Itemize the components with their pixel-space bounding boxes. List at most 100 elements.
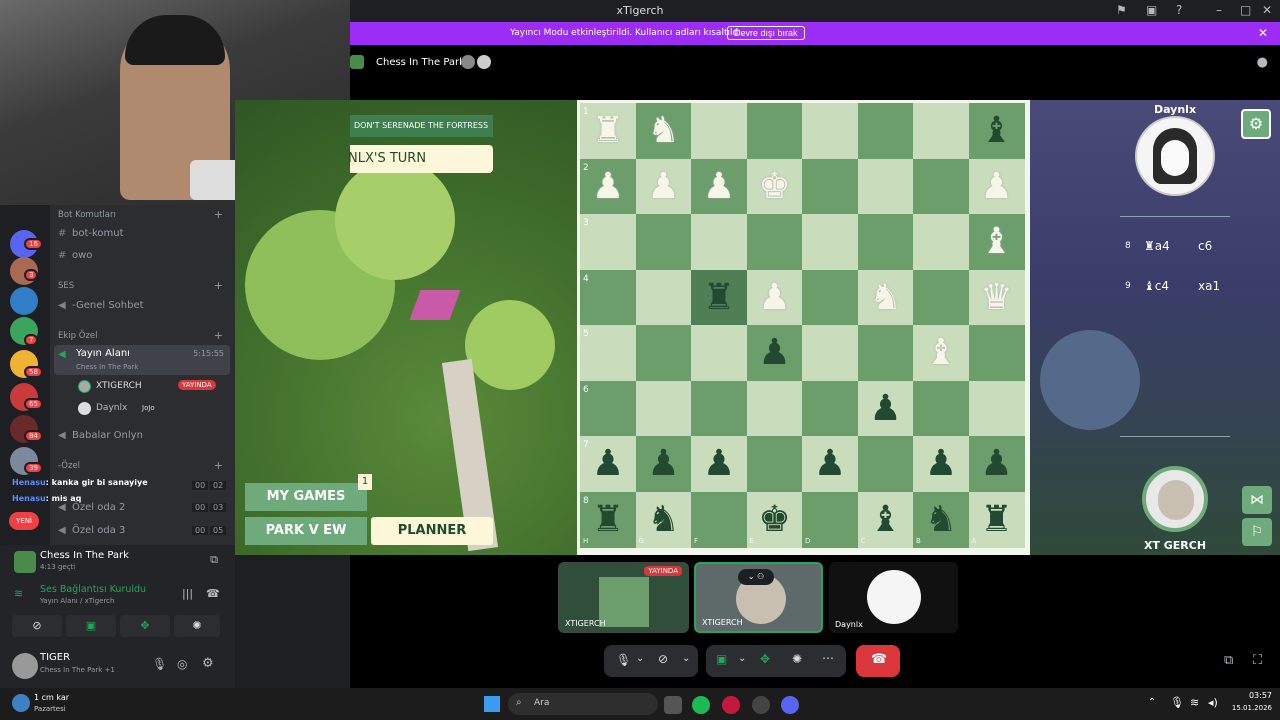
add-channel-icon[interactable]: + <box>214 208 223 221</box>
microphone-icon[interactable]: 🎙 <box>616 653 631 667</box>
new-badge[interactable]: YENİ <box>9 512 39 530</box>
volume-icon[interactable]: ◂) <box>1208 696 1218 709</box>
park-view-button[interactable]: PARK V EW <box>245 517 367 545</box>
black-piece[interactable]: ♟ <box>747 325 803 381</box>
channel-yayin-alani-active[interactable]: ◀ Yayın Alanı 5:15:55 Chess In The Park <box>54 345 230 375</box>
board-square[interactable] <box>913 103 969 159</box>
board-square[interactable] <box>968 380 1025 437</box>
task-view-icon[interactable] <box>664 696 682 714</box>
board-square[interactable] <box>802 103 858 159</box>
my-games-button[interactable]: MY GAMES <box>245 483 367 511</box>
board-square[interactable] <box>968 325 1025 381</box>
board-square[interactable] <box>691 491 747 548</box>
black-piece[interactable]: ♝ <box>969 103 1025 159</box>
clock-date[interactable]: 15.01.2026 <box>1222 704 1272 712</box>
stream-tile-xtigerch[interactable]: YAYINDA XTIGERCH <box>558 562 689 633</box>
board-square[interactable] <box>802 158 858 215</box>
maximize-button[interactable]: □ <box>1240 3 1251 17</box>
board-square[interactable] <box>802 380 858 437</box>
board-square[interactable] <box>913 158 969 215</box>
white-piece[interactable]: ♞ <box>636 103 692 159</box>
black-piece[interactable]: ♝ <box>858 492 914 548</box>
board-square[interactable] <box>913 269 969 326</box>
settings-gear-icon[interactable]: ⚙ <box>1241 109 1271 139</box>
windows-start-icon[interactable] <box>484 696 500 712</box>
board-square[interactable] <box>746 436 803 492</box>
channel-ozel-oda-2[interactable]: ◀ Özel oda 2 <box>58 502 125 513</box>
headphones-icon[interactable]: ◎ <box>177 657 187 671</box>
fullscreen-icon[interactable]: ⛶ <box>1253 653 1262 668</box>
chevron-down-icon[interactable]: ⌄ <box>682 653 690 664</box>
channel-bot-komut[interactable]: # bot-komut <box>58 228 124 239</box>
board-square[interactable] <box>802 491 858 548</box>
microphone-icon[interactable]: 🎙 <box>1170 696 1184 709</box>
black-piece[interactable]: ♜ <box>691 270 747 326</box>
category-ses[interactable]: SES <box>58 281 74 291</box>
white-piece[interactable]: ♟ <box>969 159 1025 215</box>
user-tile-xtigerch[interactable]: ⌄ ⚇ XTIGERCH <box>694 562 823 633</box>
add-channel-icon[interactable]: + <box>214 329 223 342</box>
avatar[interactable] <box>12 653 38 679</box>
weather-icon[interactable] <box>12 694 30 712</box>
board-square[interactable] <box>691 214 747 270</box>
app-icon[interactable] <box>752 696 770 714</box>
board-square[interactable] <box>857 158 914 215</box>
board-square[interactable] <box>691 103 747 159</box>
disable-streamer-mode-button[interactable]: Devre dışı bırak <box>727 26 805 40</box>
tile-controls-icon[interactable]: ⌄ ⚇ <box>738 569 774 585</box>
channel-genel-sohbet[interactable]: ◀ -Genel Sohbet <box>58 300 144 311</box>
white-piece[interactable]: ♟ <box>747 270 803 326</box>
white-piece[interactable]: ♟ <box>636 159 692 215</box>
black-piece[interactable]: ♚ <box>747 492 803 548</box>
chat-icon[interactable]: ● <box>1257 55 1268 70</box>
board-square[interactable] <box>691 380 747 437</box>
board-square[interactable] <box>746 380 803 437</box>
black-piece[interactable]: ♟ <box>969 436 1025 492</box>
board-square[interactable] <box>913 214 969 270</box>
board-square[interactable] <box>746 103 803 159</box>
monitor-icon[interactable]: ▣ <box>1146 3 1157 17</box>
channel-owo[interactable]: # owo <box>58 250 92 261</box>
white-piece[interactable]: ♝ <box>969 214 1025 270</box>
chevron-down-icon[interactable]: ⌄ <box>738 653 746 664</box>
board-square[interactable] <box>857 103 914 159</box>
board-square[interactable] <box>802 325 858 381</box>
server-icon[interactable] <box>10 287 38 315</box>
close-button[interactable]: ✕ <box>1262 3 1272 17</box>
mic-controls[interactable]: 🎙 ⌄ ⊘ ⌄ <box>604 645 698 677</box>
channel-babalar-onlyn[interactable]: ◀ Babalar Onlyn <box>58 430 143 441</box>
black-piece[interactable]: ♟ <box>858 381 914 437</box>
minimize-button[interactable]: – <box>1216 3 1222 17</box>
board-square[interactable] <box>802 269 858 326</box>
black-piece[interactable]: ♟ <box>913 436 969 492</box>
activity-panel[interactable]: Chess In The Park 4:13 geçti ⧉ <box>4 547 228 577</box>
black-piece[interactable]: ♞ <box>913 492 969 548</box>
add-channel-icon[interactable]: + <box>214 279 223 292</box>
planner-button[interactable]: PLANNER <box>371 517 493 545</box>
microphone-icon[interactable]: 🎙 <box>152 657 167 671</box>
category-ekip-ozel[interactable]: Ekip Özel <box>58 331 98 341</box>
voice-user-xtigerch[interactable]: XTIGERCH YAYINDA <box>78 380 228 394</box>
more-icon[interactable]: ⋯ <box>822 651 834 665</box>
board-square[interactable] <box>913 380 969 437</box>
white-piece[interactable]: ♟ <box>691 159 747 215</box>
chess-board[interactable]: ♜ ♞ ♝ 1 ♟ ♟ ♟ ♚ ♟ 2 ♝ 3 ♜ ♟ ♞ ♛ 4 ♟ ♝ 5 ♟ 6 ♟ ♟ ♟ ♟ ♟ ♟ 7 ♜ ♞ ♚ ♝ ♞ ♜ 8 H G F E… <box>577 100 1031 555</box>
board-square[interactable] <box>691 325 747 381</box>
screen-share-icon[interactable]: ▣ <box>716 652 727 666</box>
camera-off-icon[interactable]: ⊘ <box>658 652 668 666</box>
add-channel-icon[interactable]: + <box>214 459 223 472</box>
black-piece[interactable]: ♟ <box>636 436 692 492</box>
white-piece[interactable]: ♞ <box>858 270 914 326</box>
board-square[interactable] <box>857 214 914 270</box>
white-piece[interactable]: ♛ <box>969 270 1025 326</box>
chevron-up-icon[interactable]: ⌃ <box>1148 697 1156 708</box>
disconnect-icon[interactable]: ☎ <box>206 587 220 600</box>
black-piece[interactable]: ♟ <box>691 436 747 492</box>
noise-suppression-icon[interactable]: ||| <box>182 587 193 600</box>
user-tile-daynlx[interactable]: Daynlx <box>829 562 958 633</box>
share-controls[interactable]: ▣ ⌄ ✥ ✺ ⋯ <box>706 645 846 677</box>
opera-icon[interactable] <box>722 696 740 714</box>
leave-call-button[interactable]: ☎ <box>856 645 900 677</box>
signal-icon[interactable]: ≋ <box>14 587 23 600</box>
board-square[interactable] <box>635 269 692 326</box>
